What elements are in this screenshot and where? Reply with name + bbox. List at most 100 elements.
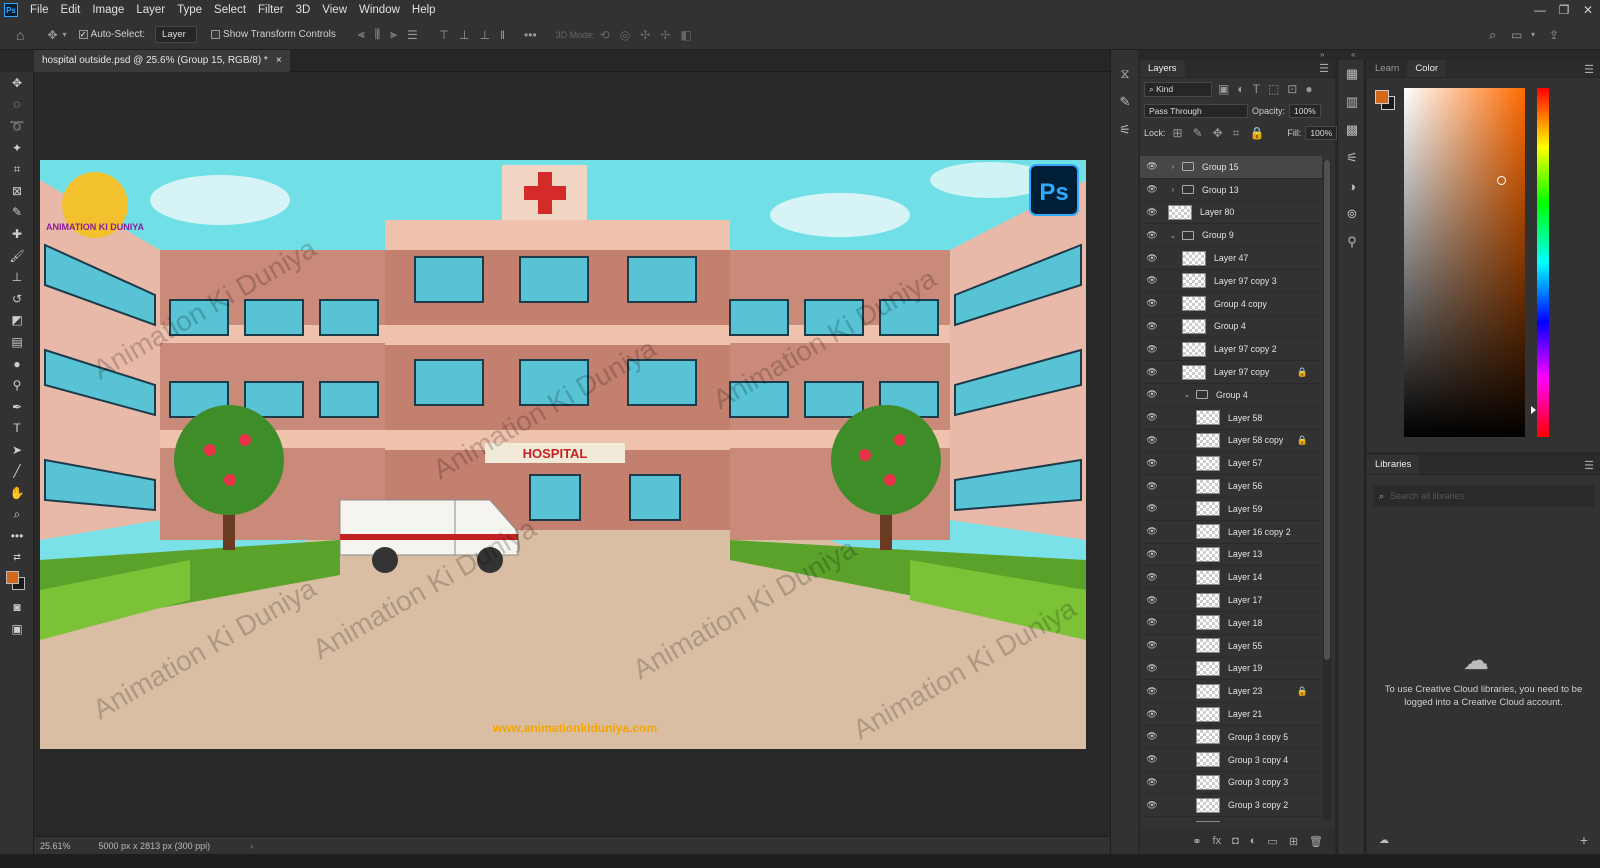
auto-select-checkbox[interactable]: ✓ Auto-Select:: [78, 29, 145, 40]
screen-mode-icon[interactable]: ▣: [0, 618, 34, 640]
visibility-eye-icon[interactable]: 👁: [1140, 161, 1164, 172]
close-icon[interactable]: ✕: [1576, 0, 1600, 20]
layer-row[interactable]: 👁 Layer 56: [1140, 475, 1322, 498]
swap-colors-icon[interactable]: ⇄: [0, 547, 34, 569]
share-icon[interactable]: ⇪: [1549, 28, 1559, 42]
layer-row[interactable]: 👁 Layer 58: [1140, 407, 1322, 430]
align-bottom-icon[interactable]: ⊥: [480, 28, 490, 42]
menu-help[interactable]: Help: [406, 0, 442, 20]
color-panel-menu-icon[interactable]: ☰: [1584, 63, 1594, 76]
new-adjustment-icon[interactable]: ◐: [1250, 835, 1257, 847]
visibility-eye-icon[interactable]: 👁: [1140, 298, 1164, 309]
brush-tool-icon[interactable]: 🖌: [0, 245, 34, 267]
workspace-icon[interactable]: ▭: [1511, 28, 1522, 42]
color-swatches[interactable]: [0, 569, 34, 597]
layer-row[interactable]: 👁 Layer 13: [1140, 544, 1322, 567]
visibility-eye-icon[interactable]: 👁: [1140, 367, 1164, 378]
lock-transparency-icon[interactable]: ⊞: [1173, 126, 1183, 140]
layer-row[interactable]: 👁 › Group 15: [1140, 156, 1322, 179]
eyedropper-tool-icon[interactable]: ✎: [0, 202, 34, 224]
visibility-eye-icon[interactable]: 👁: [1140, 253, 1164, 264]
adjustments-panel-icon[interactable]: ⚟: [1111, 116, 1139, 144]
link-layers-icon[interactable]: ⚭: [1192, 835, 1201, 848]
patterns-panel-icon[interactable]: ▩: [1338, 116, 1366, 144]
layer-row[interactable]: 👁 Group 3 copy 2: [1140, 794, 1322, 818]
layer-row[interactable]: 👁 ⌄ Group 9: [1140, 224, 1322, 248]
crop-tool-icon[interactable]: ⌗: [0, 158, 34, 180]
visibility-eye-icon[interactable]: 👁: [1140, 709, 1164, 720]
filter-adjustment-icon[interactable]: ◐: [1237, 82, 1244, 96]
delete-layer-icon[interactable]: 🗑: [1309, 835, 1323, 848]
adjustments-icon[interactable]: ◑: [1338, 172, 1366, 200]
libraries-tab[interactable]: Libraries: [1367, 455, 1420, 474]
layer-row[interactable]: 👁 Layer 97 copy 3: [1140, 270, 1322, 293]
menu-select[interactable]: Select: [208, 0, 252, 20]
edit-toolbar-icon[interactable]: •••: [0, 525, 34, 547]
menu-layer[interactable]: Layer: [130, 0, 171, 20]
collapse-group-icon[interactable]: ⌄: [1168, 231, 1178, 240]
hue-slider-handle[interactable]: [1531, 406, 1536, 414]
layer-row[interactable]: 👁 Layer 18: [1140, 612, 1322, 635]
visibility-eye-icon[interactable]: 👁: [1140, 275, 1164, 286]
layer-row[interactable]: 👁 Layer 97 copy 2: [1140, 338, 1322, 362]
close-tab-icon[interactable]: ×: [276, 50, 282, 72]
gradients-panel-icon[interactable]: ▥: [1338, 88, 1366, 116]
visibility-eye-icon[interactable]: 👁: [1140, 412, 1164, 423]
panel-menu-icon[interactable]: ☰: [1313, 60, 1335, 77]
pen-tool-icon[interactable]: ✒: [0, 396, 34, 418]
filter-shape-icon[interactable]: ⬚: [1268, 82, 1279, 96]
blend-mode-dropdown[interactable]: Pass Through: [1144, 104, 1248, 118]
workspace-chevron-icon[interactable]: ▾: [1531, 30, 1535, 39]
visibility-eye-icon[interactable]: 👁: [1140, 526, 1164, 537]
expand-group-icon[interactable]: ›: [1168, 162, 1178, 171]
lock-all-icon[interactable]: 🔒: [1249, 126, 1264, 140]
show-transform-checkbox[interactable]: Show Transform Controls: [211, 29, 336, 40]
visibility-eye-icon[interactable]: 👁: [1140, 754, 1164, 765]
healing-brush-tool-icon[interactable]: ✚: [0, 223, 34, 245]
align-right-icon[interactable]: ⫸: [390, 27, 397, 42]
properties-panel-icon[interactable]: ⚟: [1338, 144, 1366, 172]
layer-row[interactable]: 👁 Group 4: [1140, 316, 1322, 339]
restore-icon[interactable]: ❐: [1552, 0, 1576, 20]
visibility-eye-icon[interactable]: 👁: [1140, 777, 1164, 788]
eraser-tool-icon[interactable]: ◩: [0, 310, 34, 332]
visibility-eye-icon[interactable]: 👁: [1140, 503, 1164, 514]
magic-wand-tool-icon[interactable]: ✦: [0, 137, 34, 159]
clone-stamp-tool-icon[interactable]: ⊥: [0, 266, 34, 288]
layer-row[interactable]: 👁 Layer 57: [1140, 452, 1322, 476]
zoom-tool-icon[interactable]: ⌕: [0, 504, 34, 526]
add-mask-icon[interactable]: ◘: [1232, 835, 1239, 847]
layer-row[interactable]: 👁Group 3 copy: [1140, 817, 1322, 822]
layer-row[interactable]: 👁 Layer 80: [1140, 202, 1322, 225]
layer-row[interactable]: 👁 Group 3 copy 5: [1140, 726, 1322, 749]
layers-tab[interactable]: Layers: [1140, 60, 1185, 77]
new-group-icon[interactable]: ▭: [1267, 835, 1277, 848]
hue-slider[interactable]: [1531, 88, 1549, 437]
opacity-input[interactable]: 100%: [1289, 104, 1321, 118]
foreground-color-swatch[interactable]: [6, 570, 19, 584]
gradient-tool-icon[interactable]: ▤: [0, 331, 34, 353]
auto-select-dropdown[interactable]: Layer: [155, 26, 198, 43]
color-picker-field[interactable]: [1404, 88, 1525, 437]
path-selection-tool-icon[interactable]: ➤: [0, 439, 34, 461]
channels-panel-icon[interactable]: ⊚: [1338, 200, 1366, 228]
layers-scrollbar-thumb[interactable]: [1324, 160, 1330, 660]
layers-scrollbar[interactable]: [1323, 160, 1331, 820]
align-center-icon[interactable]: ⫼: [375, 27, 381, 42]
filter-type-icon[interactable]: T: [1253, 82, 1260, 96]
visibility-eye-icon[interactable]: 👁: [1140, 344, 1164, 355]
visibility-eye-icon[interactable]: 👁: [1140, 435, 1164, 446]
hand-tool-icon[interactable]: ✋: [0, 482, 34, 504]
visibility-eye-icon[interactable]: 👁: [1140, 731, 1164, 742]
menu-type[interactable]: Type: [171, 0, 208, 20]
visibility-eye-icon[interactable]: 👁: [1140, 640, 1164, 651]
swatches-panel-icon[interactable]: ▦: [1338, 60, 1366, 88]
filter-smart-object-icon[interactable]: ⊡: [1287, 82, 1297, 96]
filter-pixel-icon[interactable]: ▣: [1218, 82, 1229, 96]
layer-row[interactable]: 👁 Layer 21: [1140, 703, 1322, 726]
filter-toggle-icon[interactable]: ●: [1305, 82, 1312, 96]
align-left-icon[interactable]: ⫷: [358, 27, 365, 42]
menu-edit[interactable]: Edit: [55, 0, 87, 20]
line-tool-icon[interactable]: ╱: [0, 461, 34, 483]
align-middle-icon[interactable]: ⊥: [459, 28, 469, 42]
